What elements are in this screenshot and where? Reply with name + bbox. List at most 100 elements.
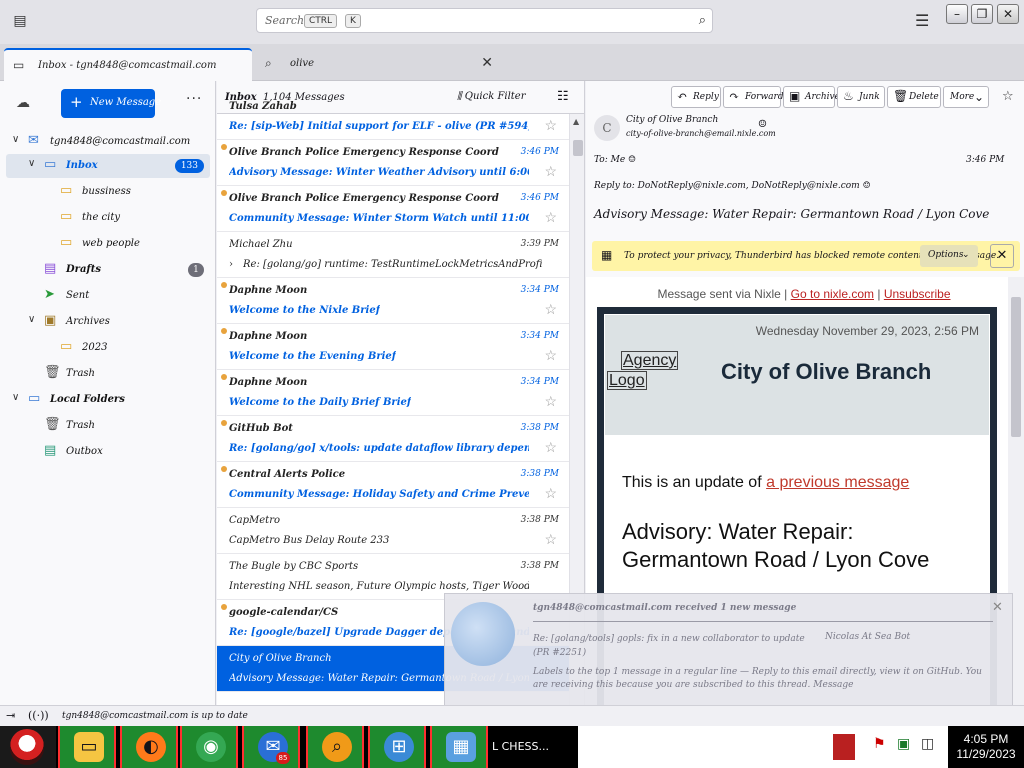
folder-archives[interactable]: ∨ ▣ Archives <box>6 310 210 334</box>
reply-to-line: Reply to: DoNotReply@nixle.com, DoNotRep… <box>594 181 871 191</box>
taskbar-app-control-panel[interactable]: ▦ <box>430 726 488 768</box>
message-row[interactable]: Michael Zhu 3:39 PM Re: [golang/go] runt… <box>217 232 569 278</box>
go-to-nixle-link[interactable]: Go to nixle.com <box>791 287 874 301</box>
sender-email[interactable]: city-of-olive-branch@email.nixle.com <box>626 129 776 138</box>
junk-button[interactable]: ♨ Junk <box>837 86 885 108</box>
folder-label: Local Folders <box>50 394 125 405</box>
search-icon[interactable]: ⌕ <box>699 13 706 28</box>
taskbar-window-label[interactable]: L CHESS... <box>492 740 549 753</box>
previous-message-link[interactable]: a previous message <box>766 474 909 491</box>
chevron-down-icon[interactable]: ∨ <box>12 392 19 403</box>
action-center-icon[interactable]: ⚑ <box>873 736 886 752</box>
star-icon[interactable]: ☆ <box>1002 89 1014 104</box>
delete-button[interactable]: 🗑 Delete <box>887 86 941 108</box>
contact-icon[interactable]: ☺ <box>628 155 636 165</box>
folder-sent[interactable]: ➤ Sent <box>6 284 210 308</box>
online-status-icon[interactable]: ((·)) <box>28 709 49 722</box>
star-icon[interactable]: ☆ <box>544 118 557 134</box>
new-mail-notification[interactable]: tgn4848@comcastmail.com received 1 new m… <box>444 593 1013 715</box>
folder-pane-menu-icon[interactable]: ··· <box>186 91 202 107</box>
taskbar-app-firefox[interactable]: ◐ <box>120 726 178 768</box>
message-from: The Bugle by CBC Sports <box>229 561 359 572</box>
star-icon[interactable]: ☆ <box>544 440 557 456</box>
folder-outbox[interactable]: ▤ Outbox <box>6 440 210 464</box>
message-row[interactable]: Central Alerts Police 3:38 PM Community … <box>217 462 569 508</box>
folder-trash[interactable]: 🗑 Trash <box>6 362 210 386</box>
message-row[interactable]: Olive Branch Police Emergency Response C… <box>217 140 569 186</box>
start-button[interactable] <box>0 726 56 768</box>
message-row[interactable]: GitHub Bot 3:38 PM Re: [golang/go] x/too… <box>217 416 569 462</box>
volume-icon[interactable]: ◫ <box>921 736 934 752</box>
star-icon[interactable]: ☆ <box>544 210 557 226</box>
get-messages-icon[interactable]: ☁ <box>16 95 30 111</box>
unsubscribe-link[interactable]: Unsubscribe <box>884 287 951 301</box>
message-row[interactable]: Olive Branch Police Emergency Response C… <box>217 186 569 232</box>
tab-inbox[interactable]: ▭ Inbox - tgn4848@comcastmail.com <box>4 48 252 81</box>
reply-button[interactable]: ↶ Reply <box>671 86 721 108</box>
star-icon[interactable]: ☆ <box>544 532 557 548</box>
taskbar-app-file-explorer[interactable]: ▭ <box>58 726 116 768</box>
remote-content-options-button[interactable]: Options ⌄ <box>920 245 978 267</box>
app-menu-icon[interactable]: ☰ <box>915 11 929 30</box>
message-row[interactable]: Tulsa Zahab Re: [sip-Web] Initial suppor… <box>217 94 569 140</box>
more-button[interactable]: More ⌄ <box>943 86 989 108</box>
folder-label: Outbox <box>66 446 103 457</box>
chevron-down-icon[interactable]: ∨ <box>12 134 19 145</box>
archive-button[interactable]: ▣ Archive <box>783 86 840 108</box>
close-window-button[interactable]: ✕ <box>997 4 1019 24</box>
folder-local-folders[interactable]: ∨ ▭ Local Folders <box>6 388 210 412</box>
close-notification-icon[interactable]: ✕ <box>990 244 1014 268</box>
sender-name[interactable]: City of Olive Branch <box>626 115 718 125</box>
taskbar-app-thunderbird[interactable]: ✉ 85 <box>242 726 300 768</box>
message-row[interactable]: Daphne Moon 3:34 PM Welcome to the Nixle… <box>217 278 569 324</box>
message-subject: Community Message: Winter Storm Watch un… <box>229 213 529 224</box>
thread-expand-icon[interactable]: › <box>229 259 233 270</box>
contact-icon[interactable]: ☺ <box>758 119 767 130</box>
agency-logo[interactable]: Agency Logo <box>607 351 679 391</box>
folder-web-people[interactable]: ▭ web people <box>6 232 210 256</box>
taskbar-app-search-tool[interactable]: ⌕ <box>306 726 364 768</box>
close-tab-icon[interactable]: ✕ <box>481 55 493 71</box>
message-row[interactable]: Daphne Moon 3:34 PM Welcome to the Eveni… <box>217 324 569 370</box>
chevron-down-icon[interactable]: ∨ <box>28 314 35 325</box>
folder-account[interactable]: ∨ ✉ tgn4848@comcastmail.com <box>6 130 210 154</box>
tray-flag-icon[interactable] <box>833 734 855 760</box>
folder-local-trash[interactable]: 🗑 Trash <box>6 414 210 438</box>
folder-label: Drafts <box>66 264 101 275</box>
chevron-down-icon[interactable]: ∨ <box>28 158 35 169</box>
folder-inbox[interactable]: ∨ ▭ Inbox 133 <box>6 154 210 178</box>
star-icon[interactable]: ☆ <box>544 486 557 502</box>
folder-the-city[interactable]: ▭ the city <box>6 206 210 230</box>
taskbar-app-windows[interactable]: ⊞ <box>368 726 426 768</box>
message-row[interactable]: CapMetro 3:38 PM CapMetro Bus Delay Rout… <box>217 508 569 554</box>
account-icon: ✉ <box>28 133 39 148</box>
spaces-toolbar-icon[interactable]: ▤ <box>11 12 29 30</box>
scrollbar-thumb[interactable] <box>1011 297 1021 437</box>
new-message-button[interactable]: + New Message <box>61 89 161 118</box>
to-line: To: Me ☺ <box>594 155 636 165</box>
scroll-up-icon[interactable]: ▲ <box>573 117 579 126</box>
global-search-box[interactable]: Search... CTRL K ⌕ <box>256 8 713 33</box>
minimize-button[interactable]: – <box>946 4 968 24</box>
star-icon[interactable]: ☆ <box>544 348 557 364</box>
message-subject: Re: [sip-Web] Initial support for ELF - … <box>229 121 529 132</box>
folder-drafts[interactable]: ▤ Drafts 1 <box>6 258 210 282</box>
folder-bussiness[interactable]: ▭ bussiness <box>6 180 210 204</box>
star-icon[interactable]: ☆ <box>544 302 557 318</box>
maximize-button[interactable]: ❐ <box>971 4 993 24</box>
ctrl-key-hint: CTRL <box>304 14 338 28</box>
scrollbar-thumb[interactable] <box>573 140 583 156</box>
taskbar-app-chrome[interactable]: ◉ <box>180 726 238 768</box>
tab-search[interactable]: ⌕ olive ✕ <box>256 48 501 81</box>
star-icon[interactable]: ☆ <box>544 164 557 180</box>
forward-button[interactable]: ↷ Forward <box>723 86 784 108</box>
taskbar-clock[interactable]: 4:05 PM 11/29/2023 <box>948 726 1024 768</box>
folder-2023[interactable]: ▭ 2023 <box>6 336 210 360</box>
avatar: C <box>594 115 620 141</box>
star-icon[interactable]: ☆ <box>544 394 557 410</box>
message-row[interactable]: Daphne Moon 3:34 PM Welcome to the Daily… <box>217 370 569 416</box>
contact-icon[interactable]: ☺ <box>863 181 871 191</box>
close-notification-icon[interactable]: ✕ <box>992 600 1003 615</box>
network-icon[interactable]: ▣ <box>897 736 910 752</box>
collapse-pane-icon[interactable]: ⇥ <box>6 709 15 722</box>
